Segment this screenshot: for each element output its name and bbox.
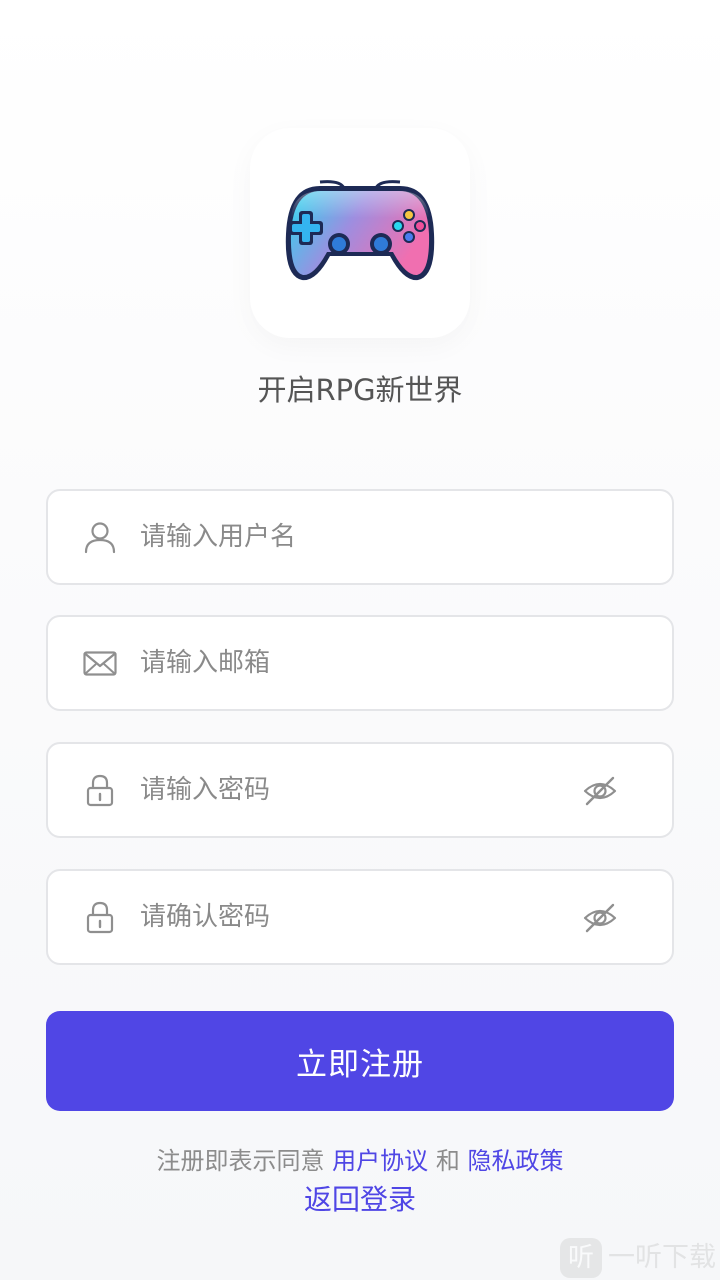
watermark-logo-icon: 听 bbox=[560, 1238, 602, 1278]
username-input[interactable] bbox=[140, 511, 560, 563]
username-field[interactable] bbox=[46, 489, 674, 585]
lock-icon bbox=[86, 774, 114, 807]
eye-off-icon[interactable] bbox=[582, 900, 618, 936]
gamepad-icon bbox=[285, 180, 435, 281]
terms-conjunction: 和 bbox=[435, 1147, 460, 1175]
eye-off-icon[interactable] bbox=[582, 773, 618, 809]
confirm-password-field[interactable] bbox=[46, 869, 674, 965]
app-logo bbox=[250, 128, 470, 338]
watermark-text: 一听下载 bbox=[608, 1242, 716, 1273]
email-field[interactable] bbox=[46, 615, 674, 711]
register-button[interactable]: 立即注册 bbox=[46, 1011, 674, 1111]
back-to-login-link[interactable]: 返回登录 bbox=[0, 1180, 720, 1220]
user-agreement-link[interactable]: 用户协议 bbox=[332, 1147, 428, 1175]
terms-notice: 注册即表示同意 用户协议 和 隐私政策 bbox=[0, 1144, 720, 1178]
password-input[interactable] bbox=[140, 764, 560, 816]
user-icon bbox=[84, 522, 116, 554]
watermark: 听 一听下载 bbox=[558, 1236, 720, 1280]
lock-icon bbox=[86, 901, 114, 934]
privacy-policy-link[interactable]: 隐私政策 bbox=[467, 1147, 563, 1175]
terms-prefix: 注册即表示同意 bbox=[156, 1147, 325, 1175]
mail-icon bbox=[83, 651, 117, 676]
confirm-password-input[interactable] bbox=[140, 891, 560, 943]
email-input[interactable] bbox=[140, 637, 560, 689]
password-field[interactable] bbox=[46, 742, 674, 838]
app-tagline: 开启RPG新世界 bbox=[257, 373, 463, 407]
